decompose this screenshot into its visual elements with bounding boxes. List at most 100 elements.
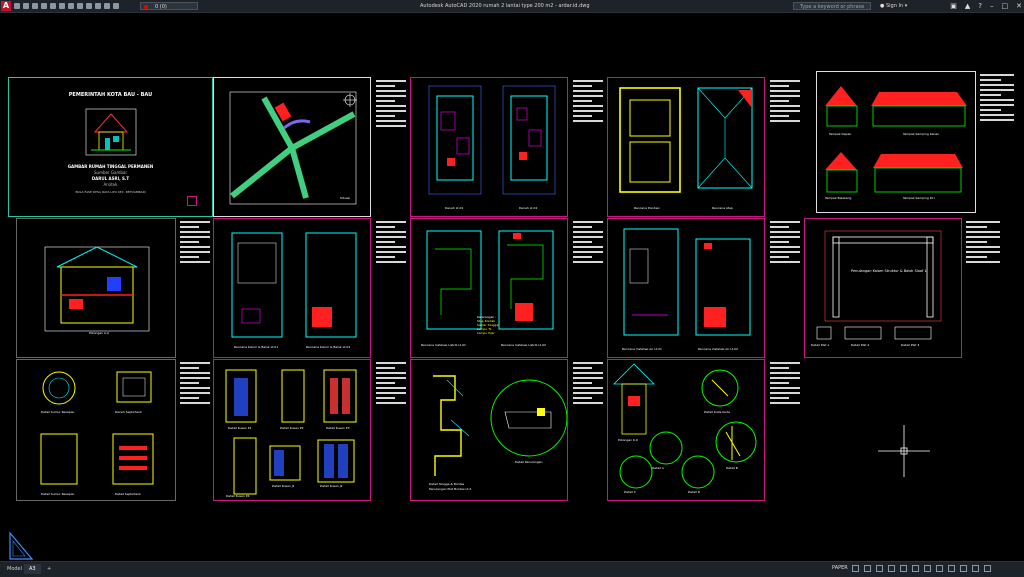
search-input[interactable]: Type a keyword or phrase [793, 2, 871, 10]
label-portal: Penulangan Kolom Struktur & Balok Sloof … [851, 269, 927, 273]
title-block-1 [374, 77, 408, 215]
sheet-foundation-roof[interactable]: Rencana Pondasi Rencana Atap [607, 77, 765, 217]
label-kusen-4: Detail Kusen J1 [272, 484, 295, 488]
title-block-4 [978, 71, 1016, 213]
title-block-11 [374, 359, 408, 499]
label-septic-1: Detail Sumur Resapan [41, 410, 75, 414]
label-kolom-1: Rencana Kolom & Balok Lt.01 [234, 345, 279, 349]
label-denah-1: Denah Lt.01 [445, 206, 464, 210]
title-block-5 [178, 218, 212, 356]
sheet-floor-plans[interactable]: Denah Lt.01 Denah Lt.02 [410, 77, 568, 217]
sign-in-label: Sign In [885, 3, 904, 9]
snap-icon[interactable] [864, 565, 871, 572]
label-kusen-2: Detail Kusen P2 [280, 426, 304, 430]
title-block-7 [571, 218, 605, 356]
print-icon[interactable] [59, 3, 65, 9]
label-kuda-6: Detail D [688, 490, 701, 494]
label-kuda-1: Potongan K.K [618, 438, 638, 442]
ortho-icon[interactable] [876, 565, 883, 572]
sheet-site-plan[interactable]: Situasi [213, 77, 371, 217]
label-kusen-5: Detail Kusen J2 [320, 484, 343, 488]
title-block-8 [768, 218, 802, 356]
elevations-drawing [825, 86, 967, 193]
label-tangga-1: Detail Tangga & Bordes [429, 482, 465, 486]
workspace-switch-icon[interactable] [936, 565, 943, 572]
plot-icon[interactable] [50, 3, 56, 9]
workspace-icon[interactable] [95, 3, 101, 9]
layer-state-icon[interactable] [104, 3, 110, 9]
cart-icon[interactable]: ▣ [950, 0, 957, 12]
polar-icon[interactable] [888, 565, 895, 572]
close-button[interactable]: ✕ [1016, 0, 1022, 12]
grid-icon[interactable] [852, 565, 859, 572]
share-icon[interactable] [86, 3, 92, 9]
sign-in-button[interactable]: ● Sign In ▾ [880, 0, 907, 12]
saveas-icon[interactable] [41, 3, 47, 9]
foundation-roof-drawing [619, 87, 753, 193]
label-plat-3: Detail Plat 3 [901, 343, 920, 347]
sheet-section[interactable]: Potongan A-A [16, 218, 176, 358]
label-tampak-kiri: Tampak Samping Kiri [903, 196, 935, 200]
label-potongan: Potongan A-A [89, 331, 110, 335]
isolate-icon[interactable] [948, 565, 955, 572]
label-pondasi: Rencana Pondasi [634, 206, 660, 210]
floor-plan-drawing [428, 85, 556, 195]
cover-architect: DARUL ASRI, S.T [91, 176, 130, 181]
sheet-cover[interactable]: PEMERINTAH KOTA BAU - BAU GAMBAR RUMAH T… [8, 77, 213, 217]
open-icon[interactable] [23, 3, 29, 9]
label-septic-4: Detail Septictank [115, 492, 141, 496]
new-icon[interactable] [14, 3, 20, 9]
cover-subtitle: GAMBAR RUMAH TINGGAL PERMANEN [67, 164, 154, 169]
cover-source-label: Sumber Gambar [94, 170, 127, 175]
label-kusen-6: Detail Kusen P4 [226, 494, 250, 498]
save-icon[interactable] [32, 3, 38, 9]
label-tampak-depan: Tampak Depan [829, 132, 852, 136]
drawing-canvas[interactable]: PEMERINTAH KOTA BAU - BAU GAMBAR RUMAH T… [0, 13, 1024, 561]
label-listrik-2: Rencana Instalasi Listrik Lt.02 [501, 343, 546, 347]
label-kusen-3: Detail Kusen P3 [326, 426, 350, 430]
new-layout-button[interactable]: + [42, 564, 56, 574]
undo-icon[interactable] [68, 3, 74, 9]
sheet-column-plan[interactable]: Rencana Kolom & Balok Lt.01 Rencana Kolo… [213, 218, 371, 358]
osnap-icon[interactable] [900, 565, 907, 572]
sheet-structure[interactable]: Penulangan Kolom Struktur & Balok Sloof … [804, 218, 962, 358]
title-block-10 [178, 359, 212, 499]
structure-drawing [816, 230, 942, 340]
sheet-septic[interactable]: Detail Sumur Resapan Denah Septictank De… [16, 359, 176, 501]
plumbing-drawing [623, 228, 751, 336]
sheet-elevations[interactable]: Tampak Depan Tampak Samping Kanan Tampak… [816, 71, 976, 213]
lineweight-icon[interactable] [912, 565, 919, 572]
sheet-plumbing[interactable]: Rencana Instalasi Air Lt.01 Rencana Inst… [607, 218, 765, 358]
customize-icon[interactable] [972, 565, 979, 572]
annotation-icon[interactable] [924, 565, 931, 572]
sheet-roof-truss[interactable]: Potongan K.K Detail Kuda-Kuda Detail A D… [607, 359, 765, 501]
menu-icon[interactable] [984, 565, 991, 572]
autocad-app-icon[interactable]: A [1, 1, 11, 11]
lightbulb-icon[interactable] [113, 3, 119, 9]
title-block-2 [571, 77, 605, 215]
maximize-button[interactable]: □ [1002, 0, 1009, 12]
title-block-3 [768, 77, 802, 215]
help-icon[interactable]: ? [978, 0, 982, 12]
cover-architect-role: Arsitek [103, 182, 118, 187]
redo-icon[interactable] [77, 3, 83, 9]
label-tampak-belakang: Tampak Belakang [825, 196, 852, 200]
label-kuda-4: Detail B [726, 466, 738, 470]
quick-access-toolbar [14, 0, 119, 12]
exchange-icon[interactable]: ▲ [965, 0, 970, 12]
label-kuda-2: Detail Kuda-Kuda [704, 410, 730, 414]
minimize-button[interactable]: – [990, 0, 994, 12]
status-bar: Model A3 + PAPER [0, 561, 1024, 577]
section-drawing [44, 246, 150, 332]
label-septic-2: Denah Septictank [115, 410, 142, 414]
label-plat-2: Detail Plat 2 [851, 343, 870, 347]
sheet-doors-windows[interactable]: Detail Kusen P1 Detail Kusen P2 Detail K… [213, 359, 371, 501]
sheet-stairs[interactable]: Detail Tangga & Bordes Penulangan Plat B… [410, 359, 568, 501]
tab-a3[interactable]: A3 [24, 564, 41, 574]
layer-dropdown[interactable]: 0 (0) [140, 2, 198, 10]
sheet-electrical[interactable]: Rencana Instalasi Listrik Lt.01 Rencana … [410, 218, 568, 358]
paper-space-toggle[interactable]: PAPER [832, 565, 848, 571]
title-block-13 [768, 359, 802, 499]
label-tampak-kanan: Tampak Samping Kanan [903, 132, 940, 136]
fullscreen-icon[interactable] [960, 565, 967, 572]
